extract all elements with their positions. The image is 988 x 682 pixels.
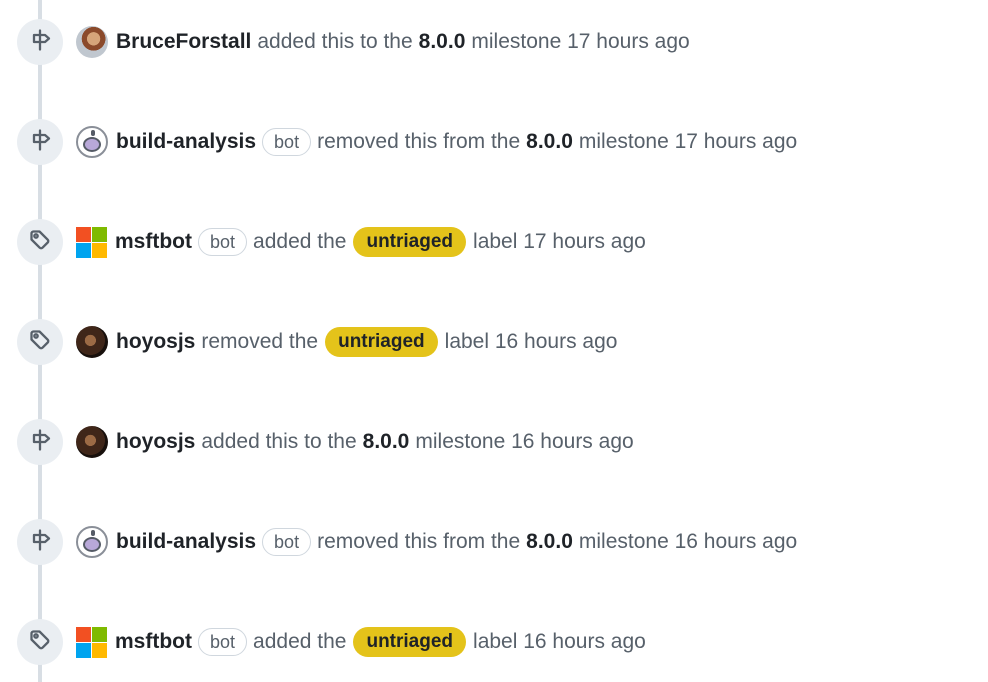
tag-icon [28, 628, 52, 657]
bot-badge: bot [262, 128, 312, 156]
actor-link[interactable]: msftbot [115, 225, 192, 259]
milestone-icon [28, 528, 52, 557]
timeline-event-body: hoyosjs removed the untriaged label 16 h… [76, 325, 617, 359]
microsoft-logo-icon [76, 226, 107, 258]
event-action-text: added the [253, 230, 347, 253]
label-untriaged[interactable]: untriaged [353, 227, 467, 257]
issue-timeline: BruceForstall added this to the 8.0.0 mi… [0, 0, 988, 682]
bot-badge: bot [262, 528, 312, 556]
milestone-link[interactable]: 8.0.0 [526, 125, 573, 159]
bot-badge: bot [198, 228, 248, 256]
milestone-link[interactable]: 8.0.0 [363, 425, 410, 459]
timeline-event-body: msftbot bot added the untriaged label 17… [76, 225, 646, 259]
event-time-text[interactable]: milestone 17 hours ago [471, 25, 689, 59]
event-time-text[interactable]: label 16 hours ago [473, 625, 646, 659]
timeline-event-body: build-analysis bot removed this from the… [76, 525, 797, 559]
event-action-text: added this to the [201, 430, 357, 453]
event-time-text[interactable]: label 16 hours ago [445, 325, 618, 359]
timeline-event-badge [17, 19, 63, 65]
event-action-text: added this to the [257, 30, 413, 53]
actor-link[interactable]: build-analysis [116, 525, 256, 559]
event-action-text: removed the [201, 330, 319, 353]
timeline-event-badge [17, 119, 63, 165]
timeline-event-body: hoyosjs added this to the 8.0.0 mileston… [76, 425, 634, 459]
bot-avatar[interactable] [76, 226, 107, 258]
timeline-event: msftbot bot added the untriaged label 17… [0, 211, 988, 271]
event-action-text: removed this from the [317, 530, 521, 553]
timeline-event-badge [17, 519, 63, 565]
timeline-event: BruceForstall added this to the 8.0.0 mi… [0, 11, 988, 71]
milestone-link[interactable]: 8.0.0 [526, 525, 573, 559]
actor-link[interactable]: BruceForstall [116, 25, 251, 59]
bot-avatar[interactable] [76, 126, 108, 158]
milestone-icon [28, 128, 52, 157]
timeline-event-body: build-analysis bot removed this from the… [76, 125, 797, 159]
bot-avatar[interactable] [76, 526, 108, 558]
timeline-event: build-analysis bot removed this from the… [0, 511, 988, 571]
milestone-icon [28, 28, 52, 57]
bot-badge: bot [198, 628, 248, 656]
timeline-event: build-analysis bot removed this from the… [0, 111, 988, 171]
event-action-text: added the [253, 630, 347, 653]
timeline-event: hoyosjs added this to the 8.0.0 mileston… [0, 411, 988, 471]
milestone-link[interactable]: 8.0.0 [419, 25, 466, 59]
event-time-text[interactable]: milestone 16 hours ago [415, 425, 633, 459]
timeline-event-body: msftbot bot added the untriaged label 16… [76, 625, 646, 659]
timeline-event-badge [17, 319, 63, 365]
actor-link[interactable]: msftbot [115, 625, 192, 659]
tag-icon [28, 328, 52, 357]
actor-link[interactable]: hoyosjs [116, 325, 195, 359]
timeline-event: hoyosjs removed the untriaged label 16 h… [0, 311, 988, 371]
label-untriaged[interactable]: untriaged [353, 627, 467, 657]
event-time-text[interactable]: milestone 16 hours ago [579, 525, 797, 559]
timeline-event-badge [17, 219, 63, 265]
microsoft-logo-icon [76, 626, 107, 658]
user-avatar[interactable] [76, 26, 108, 58]
tag-icon [28, 228, 52, 257]
milestone-icon [28, 428, 52, 457]
timeline-event: msftbot bot added the untriaged label 16… [0, 611, 988, 671]
timeline-event-body: BruceForstall added this to the 8.0.0 mi… [76, 25, 690, 59]
timeline-event-badge [17, 619, 63, 665]
event-time-text[interactable]: label 17 hours ago [473, 225, 646, 259]
label-untriaged[interactable]: untriaged [325, 327, 438, 357]
event-time-text[interactable]: milestone 17 hours ago [579, 125, 797, 159]
user-avatar[interactable] [76, 326, 108, 358]
actor-link[interactable]: build-analysis [116, 125, 256, 159]
timeline-event-badge [17, 419, 63, 465]
user-avatar[interactable] [76, 426, 108, 458]
bot-avatar[interactable] [76, 626, 107, 658]
event-action-text: removed this from the [317, 130, 521, 153]
actor-link[interactable]: hoyosjs [116, 425, 195, 459]
